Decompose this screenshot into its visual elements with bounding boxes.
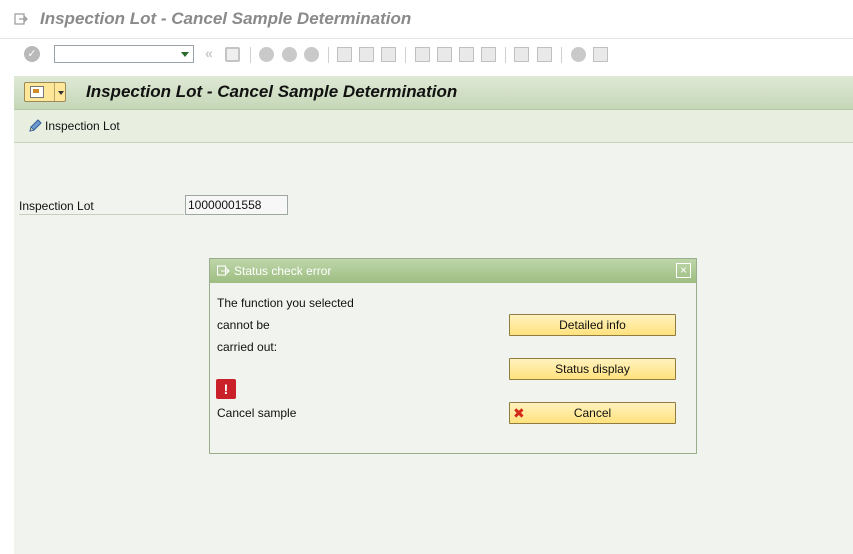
next-page-icon[interactable] bbox=[459, 47, 474, 62]
exit-icon[interactable] bbox=[282, 47, 297, 62]
inspection-lot-field[interactable]: 10000001558 bbox=[185, 195, 288, 215]
enter-icon[interactable]: ✓ bbox=[24, 46, 40, 62]
application-toolbar: Inspection Lot bbox=[14, 110, 853, 143]
message-line: carried out: bbox=[217, 340, 278, 354]
toolbar-separator bbox=[405, 47, 406, 63]
cancel-label: Cancel bbox=[573, 406, 612, 420]
window-menu-icon[interactable] bbox=[217, 265, 230, 277]
dialog-title: Status check error bbox=[234, 264, 332, 278]
toolbar-separator bbox=[328, 47, 329, 63]
first-page-icon[interactable] bbox=[415, 47, 430, 62]
find-next-icon[interactable] bbox=[381, 47, 396, 62]
window-menu-icon[interactable] bbox=[14, 12, 28, 26]
pencil-icon[interactable] bbox=[27, 118, 43, 134]
help-icon[interactable] bbox=[571, 47, 586, 62]
create-session-icon[interactable] bbox=[514, 47, 529, 62]
shortcut-icon[interactable] bbox=[537, 47, 552, 62]
cancel-icon: ✖ bbox=[513, 405, 525, 421]
find-icon[interactable] bbox=[359, 47, 374, 62]
message-line: The function you selected bbox=[217, 296, 354, 310]
cancel-button[interactable]: ✖ Cancel bbox=[509, 402, 676, 424]
back-icon[interactable] bbox=[259, 47, 274, 62]
customize-layout-icon[interactable] bbox=[593, 47, 608, 62]
status-check-error-dialog: Status check error × The function you se… bbox=[209, 258, 697, 454]
print-icon[interactable] bbox=[337, 47, 352, 62]
dialog-title-bar: Status check error × bbox=[210, 259, 696, 283]
save-icon[interactable] bbox=[225, 47, 240, 62]
toolbar-separator bbox=[250, 47, 251, 63]
title-bar: Inspection Lot - Cancel Sample Determina… bbox=[0, 0, 853, 38]
error-icon: ! bbox=[216, 379, 236, 399]
last-page-icon[interactable] bbox=[481, 47, 496, 62]
cancel-icon[interactable] bbox=[304, 47, 319, 62]
inspection-lot-button[interactable]: Inspection Lot bbox=[45, 119, 120, 133]
detailed-info-button[interactable]: Detailed info bbox=[509, 314, 676, 336]
close-icon[interactable]: × bbox=[676, 263, 691, 278]
previous-page-icon[interactable] bbox=[437, 47, 452, 62]
chevron-down-icon bbox=[58, 91, 64, 95]
page-title: Inspection Lot - Cancel Sample Determina… bbox=[86, 82, 458, 101]
inspection-lot-label: Inspection Lot bbox=[19, 199, 184, 215]
chevron-down-icon[interactable] bbox=[181, 52, 189, 57]
status-display-button[interactable]: Status display bbox=[509, 358, 676, 380]
collapse-icon[interactable]: « bbox=[205, 45, 213, 61]
application-header: Inspection Lot - Cancel Sample Determina… bbox=[14, 76, 853, 110]
window-title: Inspection Lot - Cancel Sample Determina… bbox=[40, 9, 412, 28]
menu-button-divider bbox=[54, 83, 55, 101]
action-text: Cancel sample bbox=[217, 406, 297, 420]
toolbar-separator bbox=[561, 47, 562, 63]
message-line: cannot be bbox=[217, 318, 270, 332]
toolbar-separator bbox=[505, 47, 506, 63]
standard-toolbar: ✓ « bbox=[0, 38, 853, 71]
menu-button[interactable] bbox=[24, 82, 66, 102]
command-field[interactable] bbox=[54, 45, 194, 63]
status-display-label: Status display bbox=[555, 362, 630, 376]
detailed-info-label: Detailed info bbox=[559, 318, 626, 332]
menu-icon bbox=[30, 86, 44, 98]
